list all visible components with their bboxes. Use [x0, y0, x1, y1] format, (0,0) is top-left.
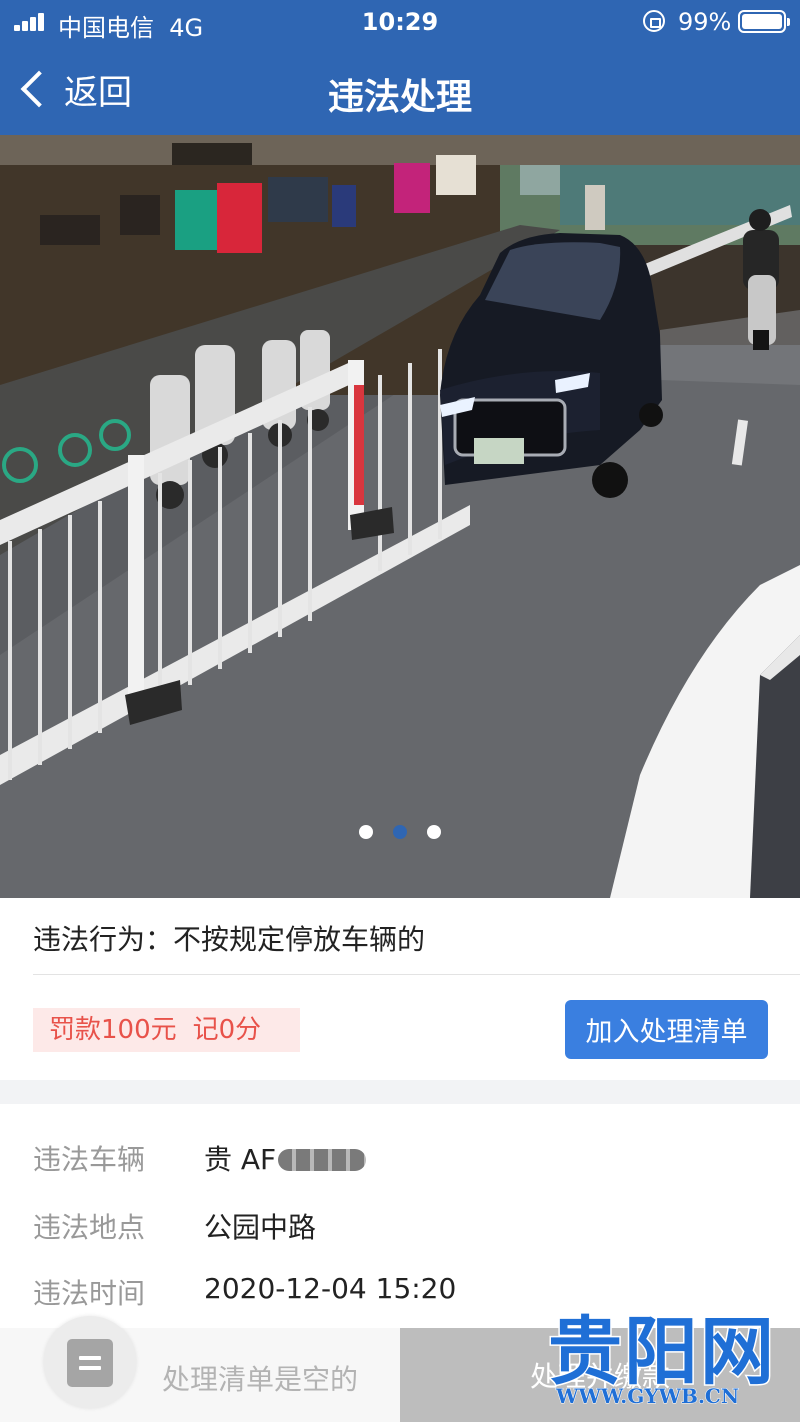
- detail-value-location: 公园中路: [204, 1211, 317, 1244]
- watermark-name: 贵阳网: [547, 1308, 776, 1397]
- battery-percent: 99%: [678, 8, 732, 36]
- carousel-dot[interactable]: [359, 825, 373, 839]
- carousel-indicator: [0, 825, 800, 839]
- behavior-value: 不按规定停放车辆的: [173, 923, 426, 956]
- fine-amount: 罚款100元: [49, 1015, 177, 1045]
- detail-key: 违法地点: [33, 1211, 146, 1244]
- behavior-label: 违法行为：: [33, 923, 174, 956]
- street-photo: [0, 135, 800, 898]
- detail-key: 违法车辆: [33, 1143, 146, 1176]
- penalty-badge: 罚款100元 记0分: [33, 1008, 300, 1052]
- add-to-list-button[interactable]: 加入处理清单: [565, 1000, 768, 1059]
- carousel-dot-active[interactable]: [393, 825, 407, 839]
- watermark-logo: 贵阳网 WWW.GYWB.CN: [547, 1292, 800, 1422]
- watermark-url: WWW.GYWB.CN: [555, 1384, 740, 1409]
- detail-key: 违法时间: [33, 1277, 146, 1310]
- violation-behavior: 违法行为：不按规定停放车辆的: [33, 918, 425, 958]
- penalty-points: 记0分: [192, 1015, 262, 1045]
- plate-number: 贵 AF: [204, 1143, 277, 1176]
- page-title: 违法处理: [327, 77, 472, 118]
- carousel-dot[interactable]: [427, 825, 441, 839]
- detail-value-time: 2020-12-04 15:20: [204, 1272, 457, 1305]
- violation-card: 违法行为：不按规定停放车辆的 罚款100元 记0分 加入处理清单: [0, 898, 800, 1080]
- detail-value-vehicle: 贵 AF: [204, 1138, 367, 1178]
- status-bar: 中国电信 4G 10:29 99%: [0, 0, 800, 44]
- processing-list-area: 处理清单是空的: [0, 1316, 400, 1422]
- nav-bar: 返回 违法处理: [0, 44, 800, 135]
- empty-list-text: 处理清单是空的: [162, 1363, 359, 1396]
- rotation-lock-icon: [643, 10, 665, 32]
- list-icon: [67, 1339, 113, 1387]
- plate-redaction: [278, 1149, 367, 1171]
- divider: [33, 974, 800, 975]
- top-bar: 中国电信 4G 10:29 99% 返回 违法处理: [0, 0, 800, 135]
- processing-list-button[interactable]: [44, 1316, 136, 1408]
- evidence-photo-carousel[interactable]: [0, 135, 800, 898]
- battery-icon: [738, 10, 790, 33]
